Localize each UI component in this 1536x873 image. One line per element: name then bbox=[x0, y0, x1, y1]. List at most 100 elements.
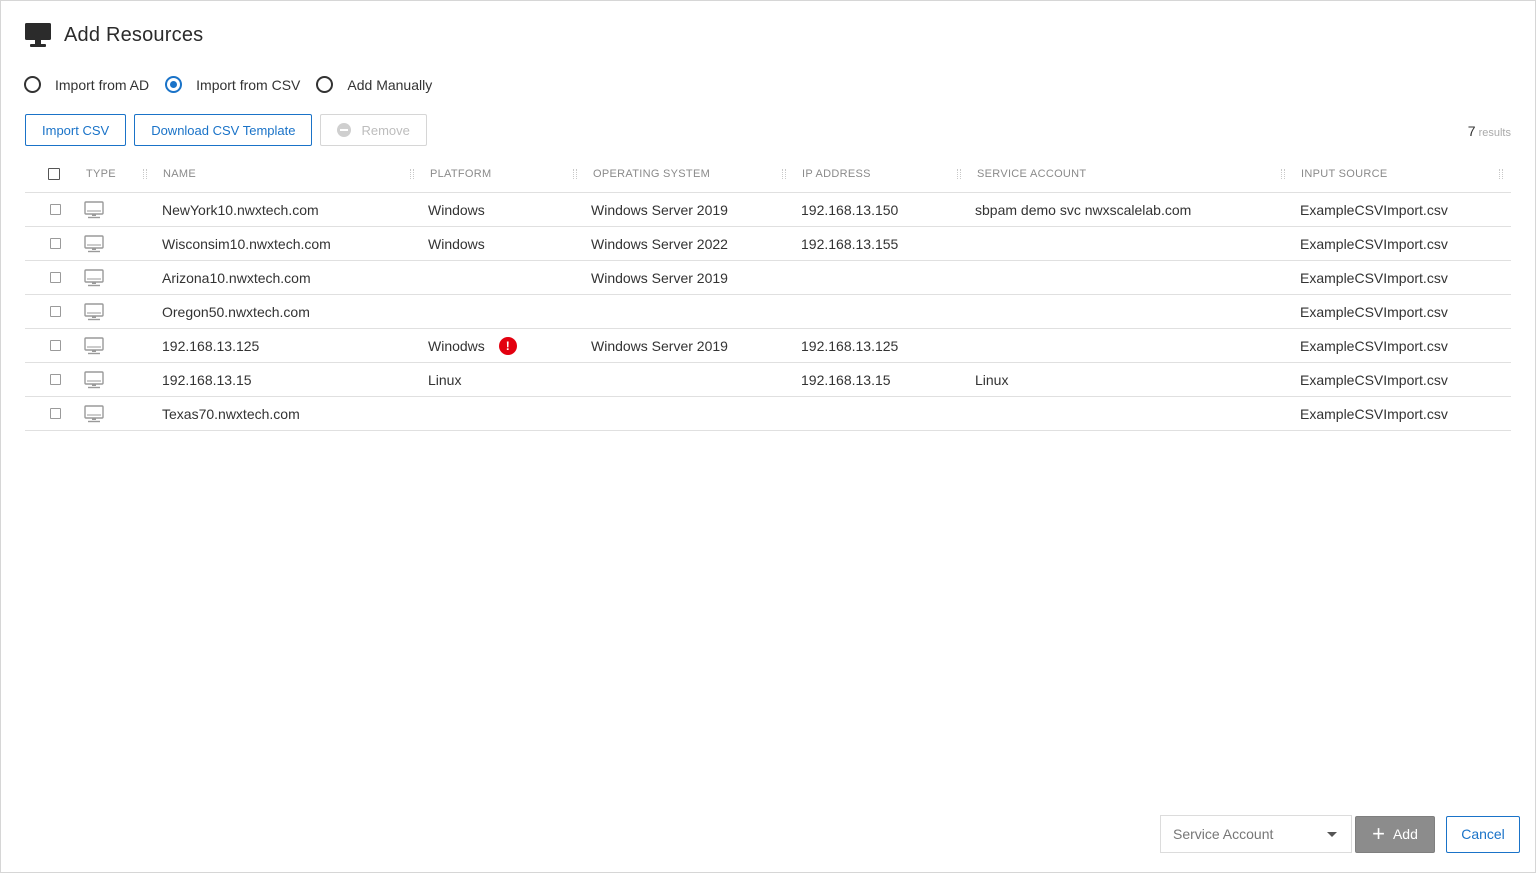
platform-cell: Winodws! bbox=[428, 329, 517, 362]
select-all-cell[interactable] bbox=[48, 156, 60, 192]
remove-button[interactable]: Remove bbox=[320, 114, 427, 146]
service-account-cell: Linux bbox=[975, 371, 1009, 388]
row-checkbox-cell[interactable] bbox=[50, 363, 61, 396]
column-resize-handle[interactable] bbox=[573, 169, 577, 179]
type-cell bbox=[84, 227, 104, 260]
resources-table: TYPE NAME PLATFORM OPERATING SYSTEM IP A… bbox=[25, 156, 1511, 431]
add-button[interactable]: + Add bbox=[1355, 815, 1435, 853]
ip-cell: 192.168.13.125 bbox=[801, 337, 899, 354]
input-source-cell: ExampleCSVImport.csv bbox=[1300, 337, 1448, 354]
platform-value: Windows bbox=[428, 235, 485, 252]
column-resize-handle[interactable] bbox=[782, 169, 786, 179]
computer-icon bbox=[84, 336, 104, 355]
row-checkbox-cell[interactable] bbox=[50, 397, 61, 430]
download-csv-template-button[interactable]: Download CSV Template bbox=[134, 114, 313, 146]
row-checkbox[interactable] bbox=[50, 408, 61, 419]
row-checkbox[interactable] bbox=[50, 340, 61, 351]
table-header: TYPE NAME PLATFORM OPERATING SYSTEM IP A… bbox=[25, 156, 1511, 193]
column-header-name[interactable]: NAME bbox=[163, 156, 196, 192]
radio-import-from-csv[interactable]: Import from CSV bbox=[165, 76, 300, 93]
platform-cell: Linux bbox=[428, 363, 461, 396]
select-all-checkbox[interactable] bbox=[48, 168, 60, 180]
type-cell bbox=[84, 295, 104, 328]
add-button-label: Add bbox=[1392, 826, 1418, 842]
remove-button-label: Remove bbox=[361, 122, 410, 138]
name-cell: Oregon50.nwxtech.com bbox=[162, 303, 310, 320]
row-checkbox[interactable] bbox=[50, 306, 61, 317]
ip-cell: 192.168.13.155 bbox=[801, 235, 899, 252]
table-row[interactable]: 192.168.13.15 Linux 192.168.13.15 Linux … bbox=[25, 363, 1511, 397]
column-resize-handle[interactable] bbox=[957, 169, 961, 179]
column-header-type[interactable]: TYPE bbox=[86, 156, 116, 192]
ip-cell: 192.168.13.15 bbox=[801, 371, 891, 388]
computer-icon bbox=[84, 234, 104, 253]
radio-label: Import from AD bbox=[55, 76, 150, 93]
table-row[interactable]: Arizona10.nwxtech.com Windows Server 201… bbox=[25, 261, 1511, 295]
platform-value: Linux bbox=[428, 371, 462, 388]
column-resize-handle[interactable] bbox=[143, 169, 147, 179]
row-checkbox[interactable] bbox=[50, 238, 61, 249]
name-cell: Texas70.nwxtech.com bbox=[162, 405, 300, 422]
column-header-ip-address[interactable]: IP ADDRESS bbox=[802, 156, 871, 192]
table-row[interactable]: Oregon50.nwxtech.com ExampleCSVImport.cs… bbox=[25, 295, 1511, 329]
type-cell bbox=[84, 261, 104, 294]
radio-label: Import from CSV bbox=[196, 76, 301, 93]
table-row[interactable]: 192.168.13.125 Winodws! Windows Server 2… bbox=[25, 329, 1511, 363]
input-source-cell: ExampleCSVImport.csv bbox=[1300, 201, 1448, 218]
type-cell bbox=[84, 193, 104, 226]
type-cell bbox=[84, 397, 104, 430]
service-account-cell: sbpam demo svc nwxscalelab.com bbox=[975, 201, 1192, 218]
remove-circle-icon bbox=[337, 123, 352, 137]
dialog-header: Add Resources bbox=[24, 20, 203, 50]
page-title: Add Resources bbox=[64, 23, 204, 46]
table-body: NewYork10.nwxtech.com Windows Windows Se… bbox=[25, 193, 1511, 431]
name-cell: NewYork10.nwxtech.com bbox=[162, 201, 319, 218]
table-row[interactable]: Wisconsim10.nwxtech.com Windows Windows … bbox=[25, 227, 1511, 261]
row-checkbox-cell[interactable] bbox=[50, 261, 61, 294]
row-checkbox[interactable] bbox=[50, 374, 61, 385]
table-row[interactable]: NewYork10.nwxtech.com Windows Windows Se… bbox=[25, 193, 1511, 227]
computer-icon bbox=[84, 404, 104, 423]
platform-cell: Windows bbox=[428, 227, 485, 260]
type-cell bbox=[84, 363, 104, 396]
input-source-cell: ExampleCSVImport.csv bbox=[1300, 269, 1448, 286]
table-row[interactable]: Texas70.nwxtech.com ExampleCSVImport.csv bbox=[25, 397, 1511, 431]
radio-button[interactable] bbox=[316, 76, 334, 93]
os-cell: Windows Server 2019 bbox=[591, 201, 728, 218]
cancel-button[interactable]: Cancel bbox=[1446, 815, 1520, 853]
column-resize-handle[interactable] bbox=[1499, 169, 1503, 179]
input-source-cell: ExampleCSVImport.csv bbox=[1300, 303, 1448, 320]
row-checkbox[interactable] bbox=[50, 204, 61, 215]
row-checkbox-cell[interactable] bbox=[50, 227, 61, 260]
computer-icon bbox=[84, 370, 104, 389]
column-resize-handle[interactable] bbox=[410, 169, 414, 179]
os-cell: Windows Server 2019 bbox=[591, 269, 728, 286]
radio-add-manually[interactable]: Add Manually bbox=[316, 76, 432, 93]
name-cell: Wisconsim10.nwxtech.com bbox=[162, 235, 331, 252]
row-checkbox-cell[interactable] bbox=[50, 193, 61, 226]
ip-cell: 192.168.13.150 bbox=[801, 201, 899, 218]
results-count: 7 results bbox=[1468, 123, 1511, 139]
radio-button-selected[interactable] bbox=[165, 76, 183, 93]
type-cell bbox=[84, 329, 104, 362]
computer-icon bbox=[84, 302, 104, 321]
chevron-down-icon bbox=[1327, 832, 1337, 837]
row-checkbox[interactable] bbox=[50, 272, 61, 283]
name-cell: 192.168.13.15 bbox=[162, 371, 252, 388]
error-exclamation-icon[interactable]: ! bbox=[498, 336, 517, 355]
dialog-footer: Service Account + Add Cancel bbox=[1160, 815, 1520, 853]
column-resize-handle[interactable] bbox=[1281, 169, 1285, 179]
service-account-select[interactable]: Service Account bbox=[1160, 815, 1352, 853]
row-checkbox-cell[interactable] bbox=[50, 329, 61, 362]
radio-label: Add Manually bbox=[347, 76, 433, 93]
column-header-operating-system[interactable]: OPERATING SYSTEM bbox=[593, 156, 710, 192]
import-csv-button[interactable]: Import CSV bbox=[25, 114, 127, 146]
results-label: results bbox=[1478, 127, 1511, 139]
radio-button[interactable] bbox=[24, 76, 41, 93]
radio-import-from-ad[interactable]: Import from AD bbox=[24, 76, 149, 93]
column-header-platform[interactable]: PLATFORM bbox=[430, 156, 491, 192]
column-header-input-source[interactable]: INPUT SOURCE bbox=[1301, 156, 1388, 192]
column-header-service-account[interactable]: SERVICE ACCOUNT bbox=[977, 156, 1086, 192]
plus-icon: + bbox=[1372, 821, 1385, 846]
row-checkbox-cell[interactable] bbox=[50, 295, 61, 328]
